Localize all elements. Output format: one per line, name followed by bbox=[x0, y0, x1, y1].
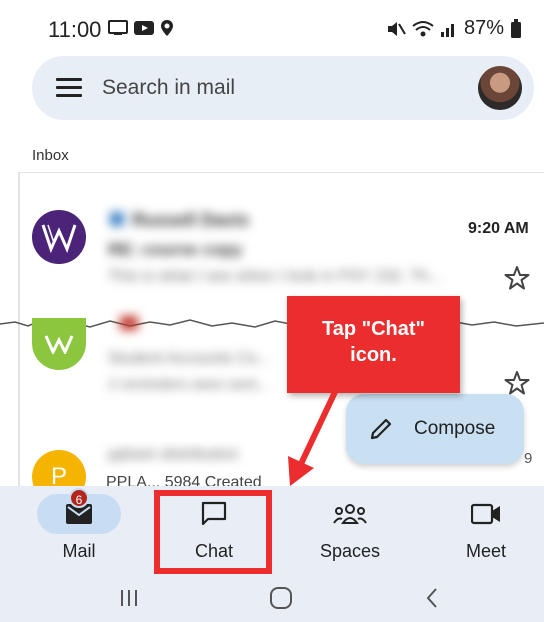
star-icon[interactable] bbox=[504, 370, 530, 396]
status-bar: 11:00 87% bbox=[0, 0, 544, 50]
sender-avatar: P bbox=[32, 450, 86, 486]
signal-icon bbox=[440, 23, 454, 37]
instruction-callout: Tap "Chat" icon. bbox=[287, 296, 460, 393]
tab-spaces-label: Spaces bbox=[319, 541, 381, 561]
pencil-icon bbox=[370, 418, 392, 440]
sender-avatar-letter: P bbox=[50, 463, 67, 486]
email-list-item[interactable]: Russell Davis 9:20 AM RE: course copy Th… bbox=[20, 210, 544, 310]
status-time: 11:00 bbox=[48, 17, 102, 42]
sender-logo-icon bbox=[44, 335, 74, 354]
recent-apps-icon[interactable] bbox=[114, 584, 144, 612]
email-time: 9:20 AM bbox=[468, 220, 529, 237]
battery-icon bbox=[511, 18, 521, 38]
screenshot-frame-top bbox=[18, 172, 544, 173]
sender-avatar bbox=[32, 318, 86, 370]
cast-icon bbox=[108, 20, 128, 35]
system-navigation-bar bbox=[0, 574, 544, 622]
tab-spaces[interactable]: Spaces bbox=[290, 486, 410, 574]
tab-meet[interactable]: Meet bbox=[426, 486, 544, 574]
search-input[interactable] bbox=[102, 72, 462, 104]
email-sender: Russell Davis bbox=[132, 210, 250, 230]
email-snippet: 2 reminders were sent... bbox=[108, 376, 269, 393]
hamburger-menu-icon[interactable] bbox=[56, 78, 82, 98]
callout-line-1: Tap "Chat" bbox=[321, 318, 426, 340]
star-icon[interactable] bbox=[504, 265, 530, 291]
compose-button[interactable]: Compose bbox=[346, 394, 524, 464]
email-sender: Student Accounts Ce... bbox=[108, 350, 271, 367]
youtube-icon bbox=[134, 21, 154, 35]
callout-line-2: icon. bbox=[350, 344, 397, 366]
email-time: 9 bbox=[524, 450, 533, 467]
location-icon bbox=[161, 20, 173, 36]
status-notification-icons bbox=[108, 19, 174, 37]
email-snippet: This is what I see when I look in PSY 23… bbox=[108, 268, 442, 285]
label-marker-icon bbox=[120, 316, 138, 330]
chat-highlight-box bbox=[154, 490, 272, 574]
spaces-icon bbox=[333, 504, 367, 524]
compose-label: Compose bbox=[414, 418, 496, 439]
account-avatar[interactable] bbox=[478, 66, 522, 110]
back-icon[interactable] bbox=[418, 584, 448, 612]
battery-percent: 87% bbox=[463, 17, 504, 39]
sender-logo-icon bbox=[41, 224, 77, 254]
email-sender: ppbam distribution bbox=[108, 446, 239, 463]
important-marker-icon bbox=[110, 212, 124, 226]
bottom-navigation: 6 Mail Chat Spaces Meet bbox=[0, 486, 544, 574]
sender-avatar bbox=[32, 210, 86, 264]
inbox-label: Inbox bbox=[32, 147, 69, 164]
tab-mail-label: Mail bbox=[62, 541, 96, 561]
search-bar[interactable] bbox=[32, 56, 534, 120]
tab-mail[interactable]: 6 Mail bbox=[19, 486, 139, 574]
video-camera-icon bbox=[471, 503, 500, 525]
email-list-item[interactable]: Student Accounts Ce... 2 reminders were … bbox=[20, 316, 544, 398]
email-subject: RE: course copy bbox=[108, 240, 243, 259]
wifi-icon bbox=[412, 20, 434, 36]
tab-meet-label: Meet bbox=[465, 541, 507, 561]
unread-badge: 6 bbox=[69, 488, 89, 508]
status-system-icons: 87% bbox=[386, 17, 522, 40]
email-snippet: PPLA... 5984 Created bbox=[106, 474, 262, 486]
mute-icon bbox=[387, 21, 406, 36]
home-icon[interactable] bbox=[266, 584, 296, 612]
